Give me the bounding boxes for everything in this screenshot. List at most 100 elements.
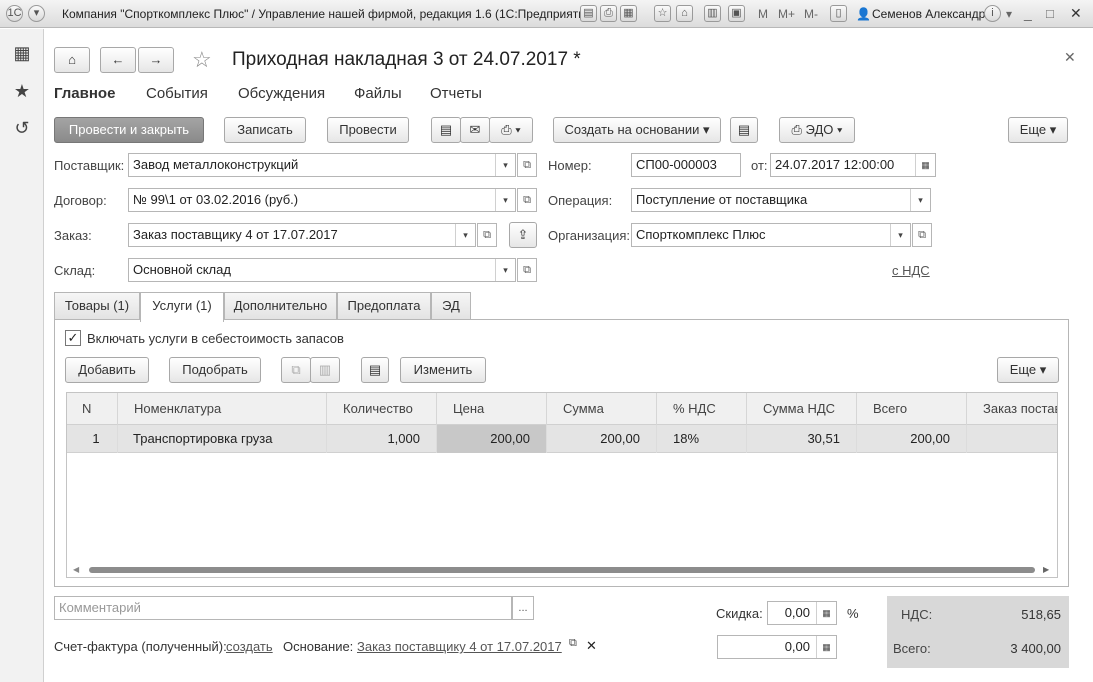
- order-field[interactable]: Заказ поставщику 4 от 17.07.2017 ▾: [128, 223, 476, 247]
- back-button[interactable]: ←: [100, 47, 136, 73]
- favorites-star-icon[interactable]: ★: [10, 79, 34, 103]
- supplier-open-icon[interactable]: ⧉: [517, 153, 537, 177]
- col-nomenclature[interactable]: Номенклатура: [118, 393, 327, 425]
- menu-reports[interactable]: Отчеты: [430, 85, 482, 102]
- basis-link[interactable]: Заказ поставщику 4 от 17.07.2017: [357, 639, 562, 654]
- invoice-create-link[interactable]: создать: [226, 639, 273, 654]
- scroll-left-icon[interactable]: ◀: [73, 565, 79, 574]
- basis-clear-icon[interactable]: ✕: [586, 638, 597, 654]
- tab-additional[interactable]: Дополнительно: [224, 292, 337, 320]
- comment-input[interactable]: Комментарий: [54, 596, 512, 620]
- calendar-icon[interactable]: ▦: [915, 154, 935, 176]
- amount-field[interactable]: 0,00 ▦: [717, 635, 837, 659]
- memory-plus-button[interactable]: M+: [778, 7, 795, 21]
- horizontal-scrollbar[interactable]: [89, 567, 1035, 573]
- email-icon[interactable]: ✉: [460, 117, 490, 143]
- change-button[interactable]: Изменить: [400, 357, 486, 383]
- amount-calculator-icon[interactable]: ▦: [816, 636, 836, 658]
- col-vat-sum[interactable]: Сумма НДС: [747, 393, 857, 425]
- copy-icon[interactable]: ⧉: [281, 357, 311, 383]
- more-button[interactable]: Еще ▾: [1008, 117, 1068, 143]
- cell-price[interactable]: 200,00: [437, 425, 547, 453]
- preview-icon[interactable]: ▦: [620, 5, 637, 22]
- number-field[interactable]: СП00-000003: [631, 153, 741, 177]
- tab-ed[interactable]: ЭД: [431, 292, 471, 320]
- save-icon[interactable]: ▤: [580, 5, 597, 22]
- sections-grid-icon[interactable]: ▦: [10, 41, 34, 65]
- paste-icon[interactable]: ▥: [310, 357, 340, 383]
- memory-button[interactable]: M: [758, 7, 768, 21]
- print-dropdown-icon[interactable]: ⎙ ▾: [489, 117, 533, 143]
- tab-prepayment[interactable]: Предоплата: [337, 292, 431, 320]
- home-button[interactable]: ⌂: [54, 47, 90, 73]
- cell-vat-rate[interactable]: 18%: [657, 425, 747, 453]
- order-open-icon[interactable]: ⧉: [477, 223, 497, 247]
- organization-dropdown-icon[interactable]: ▾: [890, 224, 910, 246]
- include-services-checkbox[interactable]: ✓: [65, 330, 81, 346]
- warehouse-dropdown-icon[interactable]: ▾: [495, 259, 515, 281]
- menu-discussions[interactable]: Обсуждения: [238, 85, 325, 102]
- favorite-star-icon[interactable]: ☆: [192, 47, 212, 73]
- operation-dropdown-icon[interactable]: ▾: [910, 189, 930, 211]
- operation-field[interactable]: Поступление от поставщика ▾: [631, 188, 931, 212]
- info-dropdown-icon[interactable]: ▾: [1006, 7, 1012, 21]
- close-window-icon[interactable]: ✕: [1070, 5, 1082, 22]
- add-button[interactable]: Добавить: [65, 357, 149, 383]
- supplier-field[interactable]: Завод металлоконструкций ▾: [128, 153, 516, 177]
- forward-button[interactable]: →: [138, 47, 174, 73]
- save-button[interactable]: Записать: [224, 117, 306, 143]
- discount-field[interactable]: 0,00 ▦: [767, 601, 837, 625]
- menu-events[interactable]: События: [146, 85, 208, 102]
- edo-button[interactable]: ⎙ ЭДО ▾: [779, 117, 855, 143]
- discount-calculator-icon[interactable]: ▦: [816, 602, 836, 624]
- cell-supplier-order[interactable]: [967, 425, 1057, 453]
- panels-icon[interactable]: ▯: [830, 5, 847, 22]
- col-total[interactable]: Всего: [857, 393, 967, 425]
- organization-open-icon[interactable]: ⧉: [912, 223, 932, 247]
- contract-open-icon[interactable]: ⧉: [517, 188, 537, 212]
- history-icon[interactable]: ⌂: [676, 5, 693, 22]
- print-icon[interactable]: ⎙: [600, 5, 617, 22]
- menu-main[interactable]: Главное: [54, 85, 115, 102]
- date-field[interactable]: 24.07.2017 12:00:00 ▦: [770, 153, 936, 177]
- basis-select-icon[interactable]: ⧉: [569, 637, 577, 650]
- related-docs-icon[interactable]: ▤: [730, 117, 758, 143]
- cell-sum[interactable]: 200,00: [547, 425, 657, 453]
- scroll-right-icon[interactable]: ▶: [1043, 565, 1049, 574]
- document-icon[interactable]: ▤: [431, 117, 461, 143]
- edit-table-icon[interactable]: ▤: [361, 357, 389, 383]
- post-and-close-button[interactable]: Провести и закрыть: [54, 117, 204, 143]
- warehouse-field[interactable]: Основной склад ▾: [128, 258, 516, 282]
- tab-goods[interactable]: Товары (1): [54, 292, 140, 320]
- create-based-on-button[interactable]: Создать на основании ▾: [553, 117, 721, 143]
- history-icon[interactable]: ↺: [10, 116, 34, 140]
- pick-button[interactable]: Подобрать: [169, 357, 261, 383]
- col-n[interactable]: N: [67, 393, 118, 425]
- menu-files[interactable]: Файлы: [354, 85, 402, 102]
- fill-by-order-icon[interactable]: ⇪: [509, 222, 537, 248]
- organization-field[interactable]: Спорткомплекс Плюс ▾: [631, 223, 911, 247]
- supplier-dropdown-icon[interactable]: ▾: [495, 154, 515, 176]
- col-quantity[interactable]: Количество: [327, 393, 437, 425]
- col-vat-rate[interactable]: % НДС: [657, 393, 747, 425]
- contract-dropdown-icon[interactable]: ▾: [495, 189, 515, 211]
- info-icon[interactable]: i: [984, 5, 1001, 22]
- post-button[interactable]: Провести: [327, 117, 409, 143]
- col-supplier-order[interactable]: Заказ постав: [967, 393, 1057, 425]
- user-name[interactable]: Семенов Александр: [872, 7, 985, 21]
- cell-nomenclature[interactable]: Транспортировка груза: [118, 425, 327, 453]
- minimize-icon[interactable]: _: [1024, 5, 1032, 21]
- cell-n[interactable]: 1: [67, 425, 118, 453]
- services-more-button[interactable]: Еще ▾: [997, 357, 1059, 383]
- calculator-icon[interactable]: ▥: [704, 5, 721, 22]
- maximize-icon[interactable]: □: [1046, 6, 1054, 21]
- calendar-icon[interactable]: ▣: [728, 5, 745, 22]
- comment-expand-button[interactable]: ...: [512, 596, 534, 620]
- col-sum[interactable]: Сумма: [547, 393, 657, 425]
- tab-services[interactable]: Услуги (1): [140, 292, 224, 322]
- cell-quantity[interactable]: 1,000: [327, 425, 437, 453]
- memory-minus-button[interactable]: M-: [804, 7, 818, 21]
- col-price[interactable]: Цена: [437, 393, 547, 425]
- main-menu-icon[interactable]: ▾: [28, 5, 45, 22]
- close-form-icon[interactable]: ✕: [1064, 49, 1076, 66]
